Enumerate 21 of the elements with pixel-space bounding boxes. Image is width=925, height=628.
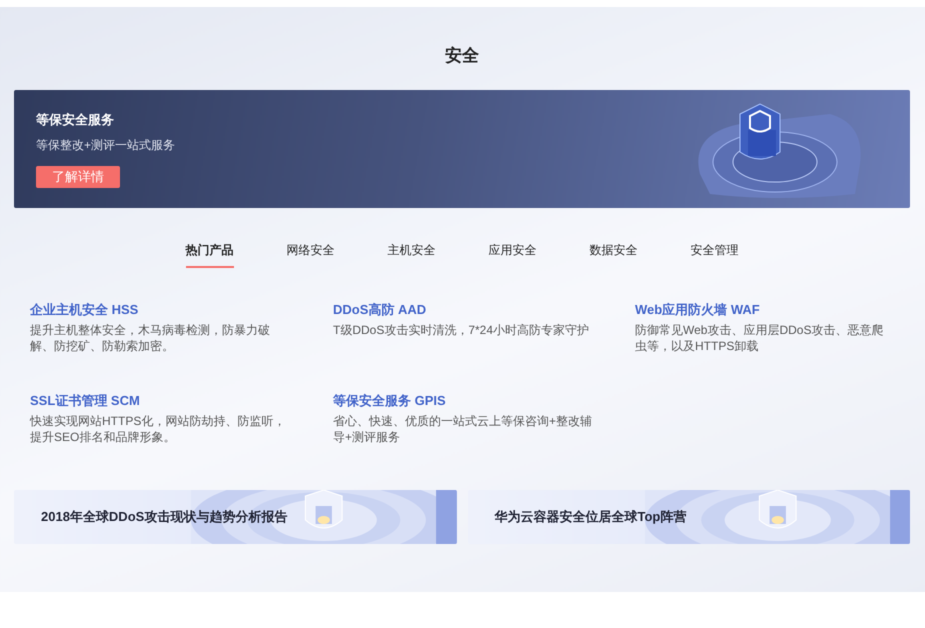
category-tab[interactable]: 安全管理	[664, 242, 765, 277]
product-description: T级DDoS攻击实时清洗，7*24小时高防专家守护	[333, 322, 590, 339]
category-tab[interactable]: 热门产品	[159, 242, 260, 277]
banner-subtitle: 等保整改+测评一站式服务	[36, 136, 176, 152]
product-link[interactable]: DDoS高防 AAD	[333, 301, 426, 319]
category-tab[interactable]: 应用安全	[462, 242, 563, 277]
product-description: 省心、快速、优质的一站式云上等保咨询+整改辅导+测评服务	[333, 413, 593, 445]
category-tab[interactable]: 主机安全	[361, 242, 462, 277]
product-link[interactable]: SSL证书管理 SCM	[30, 392, 140, 410]
promo-link[interactable]: 华为云容器安全位居全球Top阵营	[494, 508, 686, 526]
category-tab[interactable]: 网络安全	[260, 242, 361, 277]
product-description: 防御常见Web攻击、应用层DDoS攻击、恶意爬虫等，以及HTTPS卸载	[635, 322, 884, 354]
product-description: 提升主机整体安全，木马病毒检测，防暴力破解、防挖矿、防勒索加密。	[30, 322, 271, 354]
section-title: 安全	[445, 45, 479, 67]
product-description: 快速实现网站HTTPS化，网站防劫持、防监听，提升SEO排名和品牌形象。	[30, 413, 286, 445]
product-link[interactable]: Web应用防火墙 WAF	[635, 301, 760, 319]
category-tab[interactable]: 数据安全	[563, 242, 664, 277]
promo-link[interactable]: 2018年全球DDoS攻击现状与趋势分析报告	[41, 508, 288, 526]
product-link[interactable]: 等保安全服务 GPIS	[333, 392, 446, 410]
banner-title: 等保安全服务	[36, 110, 114, 128]
product-link[interactable]: 企业主机安全 HSS	[30, 301, 138, 319]
